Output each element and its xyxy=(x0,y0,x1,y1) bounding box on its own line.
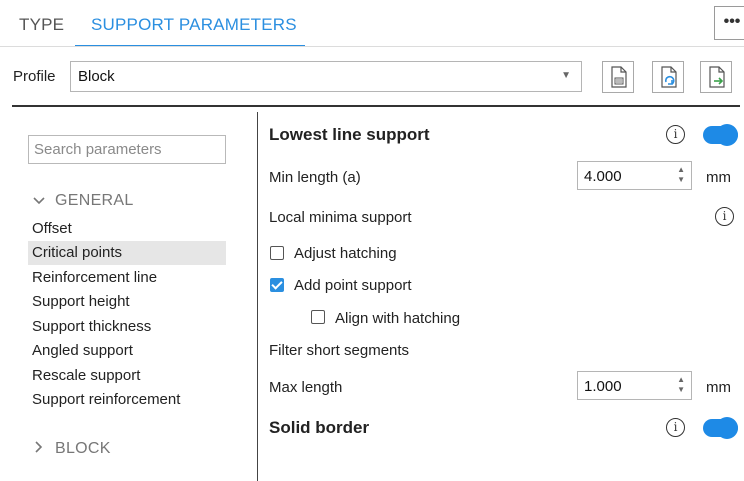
min-length-input[interactable]: 4.000 ▲ ▼ xyxy=(577,161,692,190)
profile-label: Profile xyxy=(13,68,56,85)
local-minima-info-icon[interactable]: i xyxy=(715,207,734,226)
nav-item-angled-support[interactable]: Angled support xyxy=(28,339,226,363)
profile-value: Block xyxy=(78,68,115,85)
more-options-button[interactable]: ••• xyxy=(714,6,744,40)
panel-splitter[interactable] xyxy=(257,112,258,481)
nav-item-support-height[interactable]: Support height xyxy=(28,290,226,314)
max-length-value: 1.000 xyxy=(584,378,622,395)
chevron-down-icon xyxy=(33,193,47,208)
group-block-label: BLOCK xyxy=(55,440,111,457)
lowest-line-support-title: Lowest line support xyxy=(269,125,430,144)
reload-profile-icon xyxy=(661,66,677,88)
group-general-label: GENERAL xyxy=(55,192,134,209)
adjust-hatching-label: Adjust hatching xyxy=(294,245,397,262)
filter-short-segments-label: Filter short segments xyxy=(269,342,410,359)
min-length-spinner[interactable]: ▲ ▼ xyxy=(677,165,685,185)
chevron-right-icon xyxy=(33,441,47,456)
min-length-label: Min length (a) xyxy=(269,169,361,186)
export-profile-button[interactable] xyxy=(700,61,732,93)
nav-item-support-thickness[interactable]: Support thickness xyxy=(28,315,226,339)
lowest-line-support-toggle[interactable] xyxy=(703,124,738,146)
add-point-support-checkbox[interactable] xyxy=(270,278,284,292)
nav-item-critical-points[interactable]: Critical points xyxy=(28,241,226,265)
nav-item-reinforcement-line[interactable]: Reinforcement line xyxy=(28,266,226,290)
new-profile-icon xyxy=(611,66,627,88)
adjust-hatching-checkbox[interactable] xyxy=(270,246,284,260)
max-length-input[interactable]: 1.000 ▲ ▼ xyxy=(577,371,692,400)
tabs-divider xyxy=(0,46,744,47)
new-profile-button[interactable] xyxy=(602,61,634,93)
align-with-hatching-label: Align with hatching xyxy=(335,310,461,327)
min-length-value: 4.000 xyxy=(584,168,622,185)
tab-type[interactable]: TYPE xyxy=(19,15,64,35)
lowest-line-info-icon[interactable]: i xyxy=(666,125,685,144)
add-point-support-label: Add point support xyxy=(294,277,412,294)
tab-support-parameters[interactable]: SUPPORT PARAMETERS xyxy=(91,15,297,35)
solid-border-title: Solid border xyxy=(269,418,370,437)
min-length-unit: mm xyxy=(706,169,731,186)
align-with-hatching-checkbox[interactable] xyxy=(311,310,325,324)
max-length-label: Max length xyxy=(269,379,343,396)
solid-border-toggle[interactable] xyxy=(703,417,738,439)
search-parameters-input[interactable] xyxy=(28,135,226,164)
header-divider xyxy=(12,105,740,107)
solid-border-info-icon[interactable]: i xyxy=(666,418,685,437)
reload-profile-button[interactable] xyxy=(652,61,684,93)
export-profile-icon xyxy=(709,66,725,88)
nav-item-offset[interactable]: Offset xyxy=(28,217,226,241)
group-general-toggle[interactable]: GENERAL xyxy=(33,192,134,210)
nav-item-rescale-support[interactable]: Rescale support xyxy=(28,364,226,388)
dropdown-caret-icon: ▼ xyxy=(561,70,571,81)
profile-dropdown[interactable]: Block ▼ xyxy=(70,61,582,92)
nav-item-support-reinforcement[interactable]: Support reinforcement xyxy=(28,388,226,412)
local-minima-support-label: Local minima support xyxy=(269,209,412,226)
max-length-spinner[interactable]: ▲ ▼ xyxy=(677,375,685,395)
max-length-unit: mm xyxy=(706,379,731,396)
group-block-toggle[interactable]: BLOCK xyxy=(33,440,111,458)
